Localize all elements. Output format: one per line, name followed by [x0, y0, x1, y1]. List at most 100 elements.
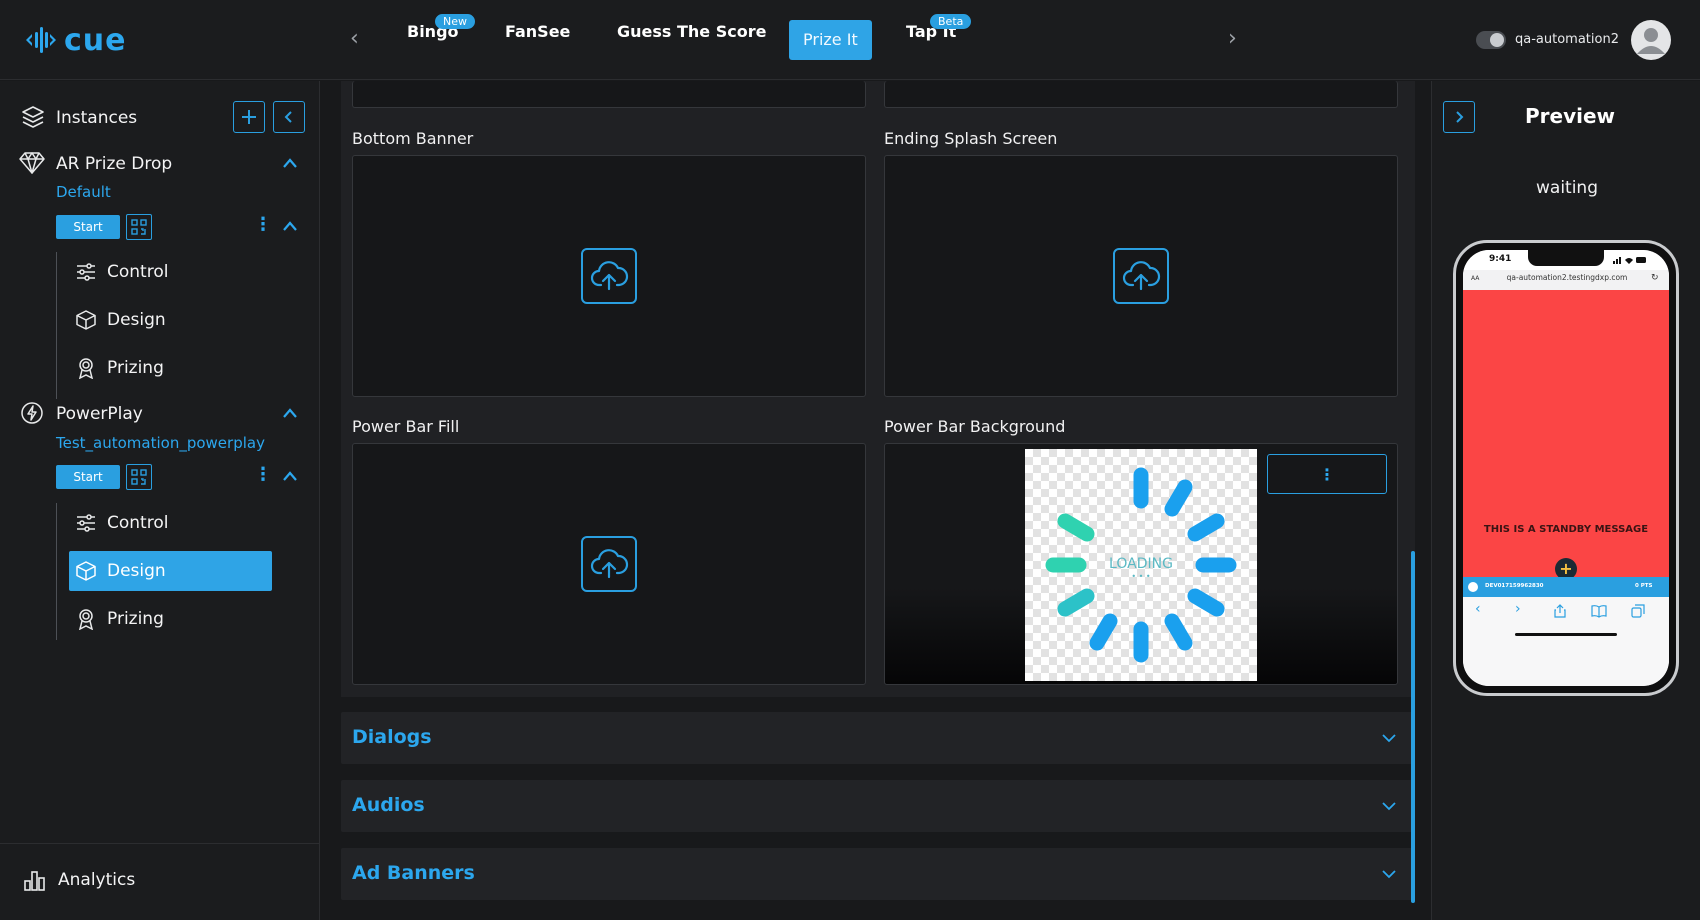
- section-ad-banners[interactable]: Ad Banners: [341, 848, 1415, 900]
- drop-zone[interactable]: [884, 81, 1398, 108]
- asset-label-power-bar-fill: Power Bar Fill: [352, 417, 460, 436]
- section-title-ad-banners: Ad Banners: [352, 862, 475, 884]
- tabs-next-chevron-icon[interactable]: ›: [1228, 26, 1237, 51]
- drop-zone-power-bar-background[interactable]: LOADING • • • ⋮: [884, 443, 1398, 685]
- chevron-up-icon[interactable]: [282, 407, 298, 419]
- phone-home-indicator: [1515, 633, 1617, 636]
- asset-label-power-bar-background: Power Bar Background: [884, 417, 1066, 436]
- tab-prize-it[interactable]: Prize It: [789, 20, 872, 60]
- start-button[interactable]: Start: [56, 215, 120, 239]
- phone-aa-label: AA: [1471, 275, 1480, 282]
- asset-label-ending-splash-screen: Ending Splash Screen: [884, 129, 1058, 148]
- toggle-knob: [1490, 33, 1504, 47]
- qr-code-button[interactable]: [126, 214, 152, 240]
- sliders-icon: [77, 514, 95, 532]
- tab-fansee[interactable]: FanSee: [491, 22, 584, 41]
- section-dialogs[interactable]: Dialogs: [341, 712, 1415, 764]
- more-options-icon[interactable]: ⋮: [254, 214, 272, 235]
- new-badge: New: [435, 14, 475, 29]
- user-icon: [1637, 28, 1665, 54]
- phone-browser-toolbar: ‹ ›: [1463, 597, 1669, 686]
- instance-default[interactable]: Default: [56, 183, 111, 201]
- logo-text: cue: [64, 22, 127, 58]
- start-button[interactable]: Start: [56, 465, 120, 489]
- section-audios[interactable]: Audios: [341, 780, 1415, 832]
- section-title-audios: Audios: [352, 794, 425, 816]
- loading-text: LOADING: [1109, 556, 1173, 572]
- instances-heading: Instances: [56, 108, 138, 128]
- cube-icon: [76, 561, 96, 581]
- nav-design-label: Design: [107, 310, 166, 330]
- chevron-up-icon[interactable]: [282, 157, 298, 169]
- nav-design[interactable]: Design: [69, 300, 272, 340]
- collapse-sidebar-button[interactable]: [273, 101, 305, 133]
- phone-back-icon[interactable]: ‹: [1475, 601, 1481, 617]
- lightning-icon: [21, 402, 43, 424]
- add-instance-button[interactable]: [233, 101, 265, 133]
- section-title-dialogs: Dialogs: [352, 726, 432, 748]
- nav-prizing[interactable]: Prizing: [69, 348, 272, 388]
- cloud-upload-icon: [590, 261, 629, 291]
- theme-toggle[interactable]: [1476, 31, 1506, 49]
- upload-button[interactable]: [581, 536, 637, 592]
- tab-prize-it-label: Prize It: [789, 20, 872, 60]
- qr-code-button[interactable]: [126, 464, 152, 490]
- game-ar-prize-drop[interactable]: AR Prize Drop: [56, 154, 172, 174]
- chevron-down-icon: [1382, 802, 1396, 811]
- expand-preview-button[interactable]: [1443, 101, 1475, 133]
- scrollbar[interactable]: [1411, 551, 1415, 903]
- phone-points: 0 PTS: [1635, 583, 1653, 589]
- phone-forward-icon[interactable]: ›: [1515, 601, 1521, 617]
- preview-status: waiting: [1536, 178, 1598, 198]
- cloud-upload-icon: [1122, 261, 1161, 291]
- image-options-button[interactable]: ⋮: [1267, 454, 1387, 494]
- avatar[interactable]: [1631, 20, 1671, 60]
- sliders-icon: [77, 263, 95, 281]
- tab-fansee-label: FanSee: [505, 22, 571, 41]
- phone-device-id: DEV017159962830: [1485, 583, 1544, 589]
- diamond-icon: [19, 152, 45, 174]
- phone-time: 9:41: [1489, 254, 1512, 264]
- game-powerplay[interactable]: PowerPlay: [56, 404, 143, 424]
- waveform-icon: [26, 27, 56, 53]
- reload-icon: ↻: [1651, 273, 1659, 283]
- tabs-prev-chevron-icon[interactable]: ‹: [350, 26, 359, 51]
- nav-prizing-label: Prizing: [107, 358, 164, 378]
- nav-analytics[interactable]: Analytics: [22, 868, 135, 892]
- phone-signal-icon: [1613, 257, 1646, 264]
- sidebar: [0, 81, 320, 920]
- nav-prizing[interactable]: Prizing: [69, 599, 272, 639]
- phone-url: qa-automation2.testingdxp.com: [1506, 273, 1628, 282]
- phone-share-icon[interactable]: [1553, 604, 1567, 618]
- upload-button[interactable]: [581, 248, 637, 304]
- upload-button[interactable]: [1113, 248, 1169, 304]
- award-icon: [78, 609, 94, 630]
- more-options-icon[interactable]: ⋮: [254, 464, 272, 485]
- instance-test-automation-powerplay[interactable]: Test_automation_powerplay: [56, 434, 265, 452]
- tab-guess-the-score[interactable]: Guess The Score: [603, 22, 780, 41]
- drop-zone-power-bar-fill[interactable]: [352, 443, 866, 685]
- drop-zone[interactable]: [352, 81, 866, 108]
- loading-dots: • • •: [1131, 572, 1151, 581]
- drop-zone-bottom-banner[interactable]: [352, 155, 866, 397]
- nav-control-label: Control: [107, 513, 169, 533]
- tree-line: [56, 252, 57, 399]
- more-options-icon: ⋮: [1319, 464, 1335, 484]
- beta-badge: Beta: [930, 14, 972, 29]
- chevron-up-icon[interactable]: [282, 470, 298, 482]
- plus-icon: +: [1559, 559, 1573, 578]
- chevron-up-icon[interactable]: [282, 220, 298, 232]
- drop-zone-ending-splash-screen[interactable]: [884, 155, 1398, 397]
- nav-design-active[interactable]: Design: [69, 551, 272, 591]
- phone-url-bar: AA qa-automation2.testingdxp.com ↻: [1463, 270, 1669, 290]
- phone-bookmarks-icon[interactable]: [1591, 604, 1607, 618]
- nav-control[interactable]: Control: [69, 252, 272, 292]
- phone-status-bar: 9:41: [1463, 250, 1669, 270]
- layers-icon: [22, 106, 44, 128]
- phone-screen: 9:41 AA qa-automation2.testingdxp.com ↻ …: [1463, 250, 1669, 686]
- chevron-down-icon: [1382, 870, 1396, 879]
- phone-tabs-icon[interactable]: [1631, 604, 1645, 618]
- cue-logo[interactable]: cue: [24, 20, 127, 60]
- nav-analytics-label: Analytics: [58, 870, 136, 890]
- nav-control[interactable]: Control: [69, 503, 272, 543]
